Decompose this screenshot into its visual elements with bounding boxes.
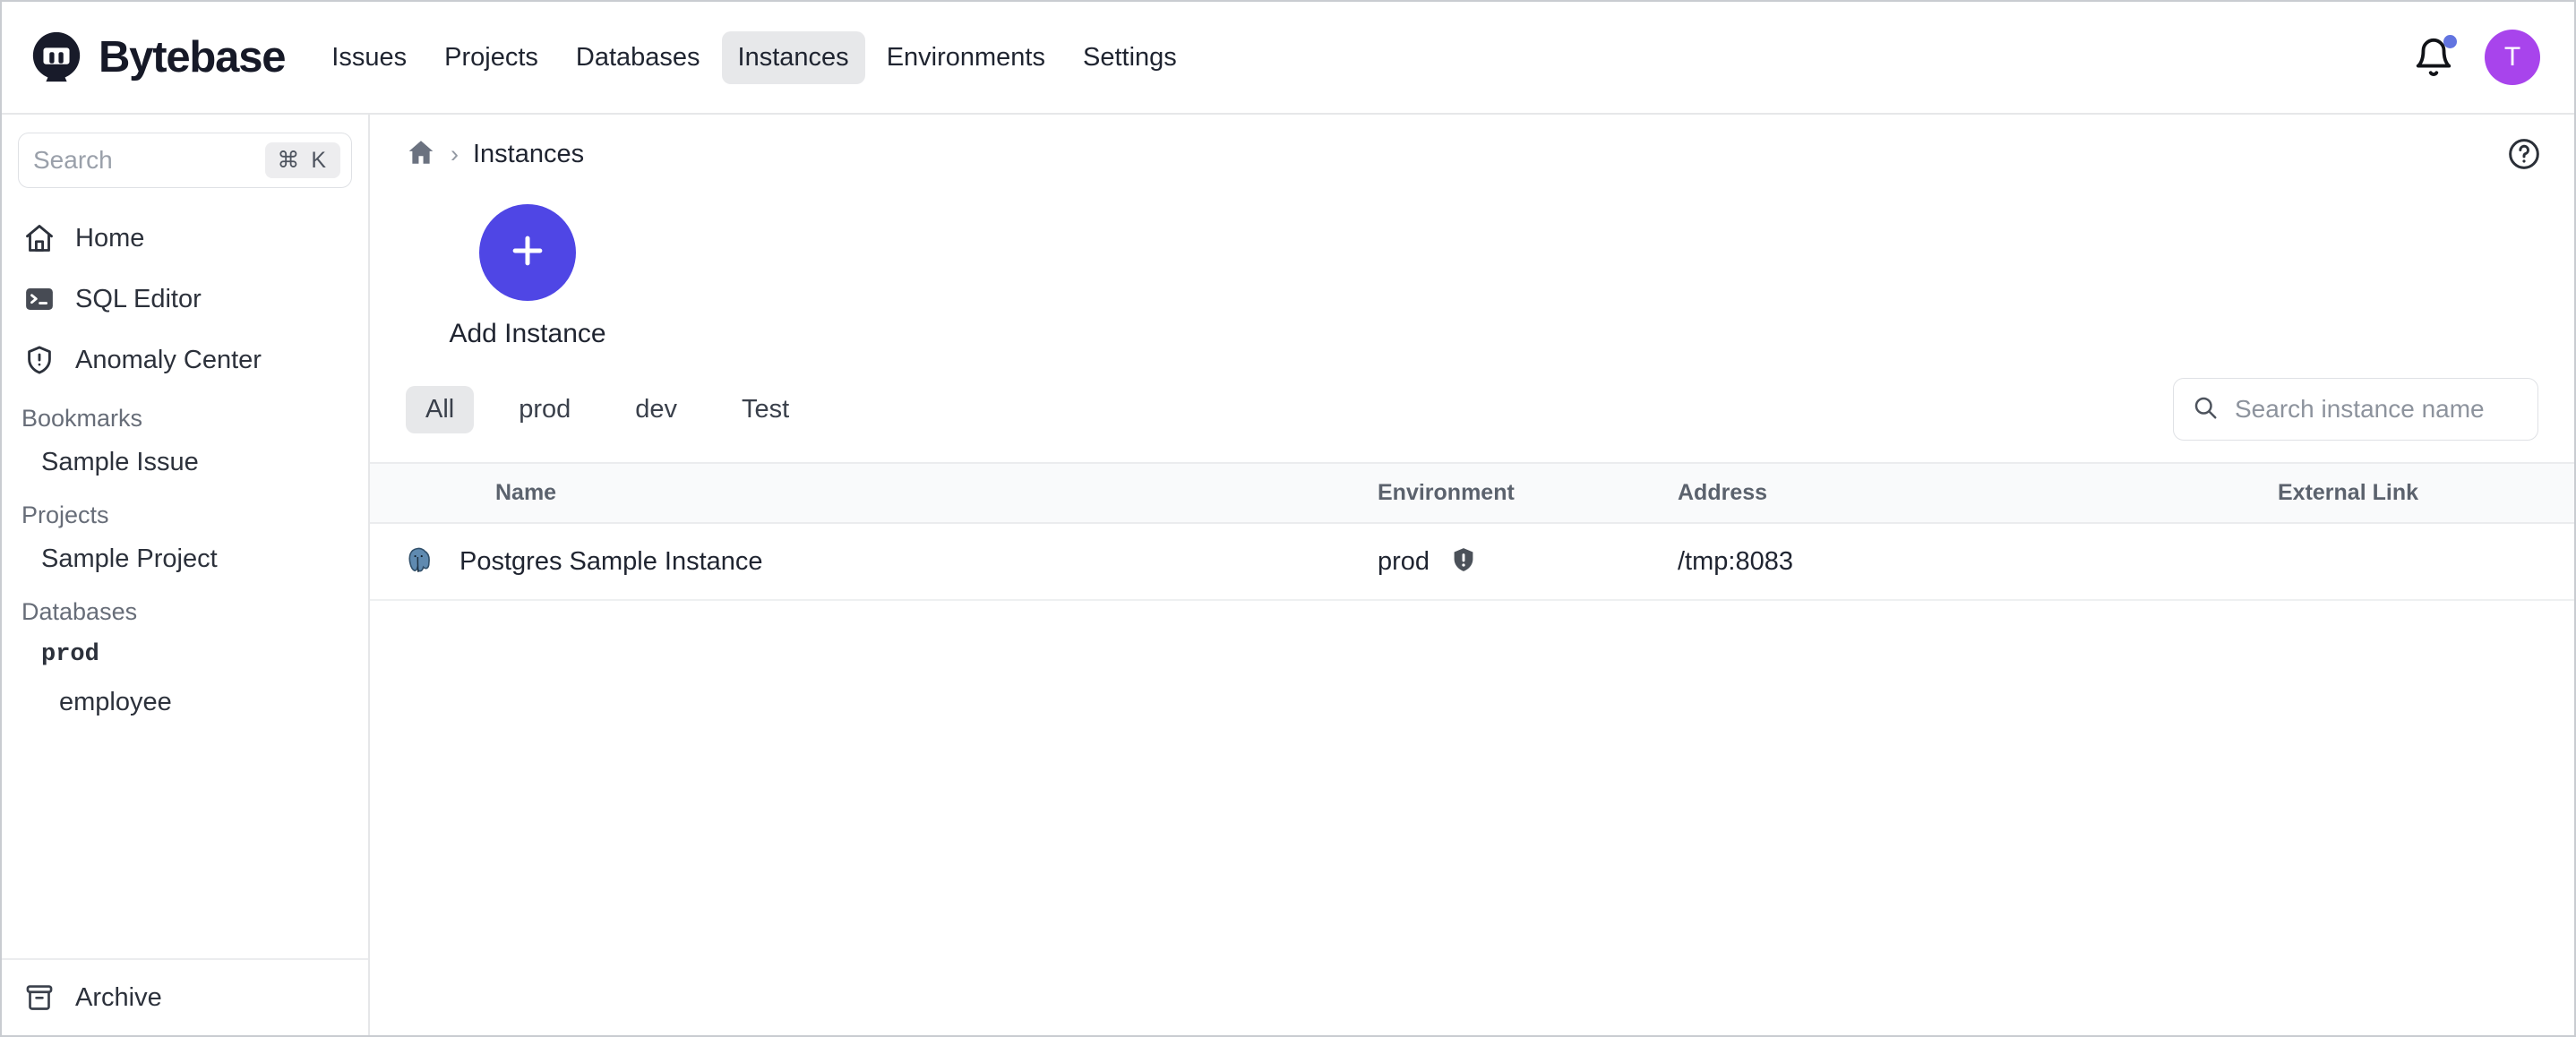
filter-tab-all[interactable]: All xyxy=(406,386,474,433)
top-navigation-bar: Bytebase Issues Projects Databases Insta… xyxy=(2,2,2574,113)
sidebar-item-archive[interactable]: Archive xyxy=(2,958,368,1035)
sidebar-section-bookmarks: Bookmarks xyxy=(2,390,368,438)
nav-item-environments[interactable]: Environments xyxy=(871,31,1061,84)
bytebase-logo-icon xyxy=(29,30,84,85)
nav-item-databases[interactable]: Databases xyxy=(560,31,717,84)
sidebar-item-label-sql-editor: SQL Editor xyxy=(75,285,202,314)
nav-item-settings[interactable]: Settings xyxy=(1067,31,1193,84)
bytebase-app-window: Bytebase Issues Projects Databases Insta… xyxy=(0,0,2576,1037)
sql-editor-icon xyxy=(21,281,57,317)
instance-search-input[interactable]: Search instance name xyxy=(2173,378,2538,441)
plus-icon xyxy=(504,227,551,279)
sidebar-section-projects: Projects xyxy=(2,487,368,535)
filter-tab-prod[interactable]: prod xyxy=(499,386,590,433)
top-right-actions: T xyxy=(2413,30,2540,85)
cell-address: /tmp:8083 xyxy=(1678,547,2278,577)
search-shortcut-badge: ⌘ K xyxy=(265,142,340,178)
cell-name: Postgres Sample Instance xyxy=(370,544,1378,579)
sidebar-item-anomaly-center[interactable]: Anomaly Center xyxy=(2,330,368,390)
column-header-address: Address xyxy=(1678,480,2278,506)
notifications-button[interactable] xyxy=(2413,37,2454,78)
column-header-environment: Environment xyxy=(1378,480,1678,506)
add-instance-button[interactable] xyxy=(479,204,576,301)
sidebar-item-sample-project[interactable]: Sample Project xyxy=(2,535,368,584)
nav-item-instances[interactable]: Instances xyxy=(722,31,865,84)
shield-alert-icon xyxy=(21,342,57,378)
add-instance-block: Add Instance xyxy=(370,188,639,355)
environment-filter-bar: All prod dev Test Search instance name xyxy=(370,355,2574,462)
instance-search-placeholder: Search instance name xyxy=(2235,395,2485,424)
column-header-name: Name xyxy=(370,480,1378,506)
instance-name: Postgres Sample Instance xyxy=(459,547,763,577)
search-icon xyxy=(2192,394,2219,425)
avatar[interactable]: T xyxy=(2485,30,2540,85)
filter-tab-dev[interactable]: dev xyxy=(615,386,697,433)
app-body: Search ⌘ K Home xyxy=(2,113,2574,1035)
notification-dot xyxy=(2443,35,2457,48)
breadcrumb-current[interactable]: Instances xyxy=(473,140,584,169)
sidebar-item-label-home: Home xyxy=(75,224,144,253)
nav-item-projects[interactable]: Projects xyxy=(428,31,554,84)
breadcrumb: › Instances xyxy=(370,115,2574,188)
table-row[interactable]: Postgres Sample Instance prod /tmp:808 xyxy=(370,524,2574,601)
sidebar-search[interactable]: Search ⌘ K xyxy=(18,133,352,188)
filter-tab-test[interactable]: Test xyxy=(722,386,809,433)
sidebar-item-employee[interactable]: employee xyxy=(2,678,368,727)
instances-table: Name Environment Address External Link xyxy=(370,462,2574,601)
sidebar-item-sql-editor[interactable]: SQL Editor xyxy=(2,269,368,330)
sidebar-spacer xyxy=(2,727,368,958)
home-icon xyxy=(21,220,57,256)
main-nav: Issues Projects Databases Instances Envi… xyxy=(315,31,1193,84)
archive-icon xyxy=(21,980,57,1016)
cell-environment: prod xyxy=(1378,545,1678,578)
sidebar-item-label-anomaly-center: Anomaly Center xyxy=(75,346,262,375)
breadcrumb-home-icon[interactable] xyxy=(406,137,436,172)
main-content: › Instances xyxy=(370,113,2574,1035)
sidebar: Search ⌘ K Home xyxy=(2,113,370,1035)
environment-name: prod xyxy=(1378,547,1430,577)
add-instance-label: Add Instance xyxy=(416,319,639,349)
nav-item-issues[interactable]: Issues xyxy=(315,31,423,84)
column-header-external-link: External Link xyxy=(2278,480,2574,506)
search-input-placeholder[interactable]: Search xyxy=(33,146,265,175)
brand-logo[interactable]: Bytebase xyxy=(29,30,285,85)
sidebar-item-sample-issue[interactable]: Sample Issue xyxy=(2,438,368,487)
help-circle-icon[interactable] xyxy=(2506,136,2542,172)
breadcrumb-separator: › xyxy=(451,141,459,168)
sidebar-item-prod[interactable]: prod xyxy=(2,631,368,678)
brand-name: Bytebase xyxy=(99,32,285,82)
table-header-row: Name Environment Address External Link xyxy=(370,462,2574,524)
shield-alert-filled-icon xyxy=(1449,545,1478,578)
bell-icon xyxy=(2413,66,2454,81)
sidebar-section-databases: Databases xyxy=(2,584,368,631)
postgres-elephant-icon xyxy=(400,544,436,579)
sidebar-item-home[interactable]: Home xyxy=(2,208,368,269)
sidebar-item-label-archive: Archive xyxy=(75,983,162,1013)
